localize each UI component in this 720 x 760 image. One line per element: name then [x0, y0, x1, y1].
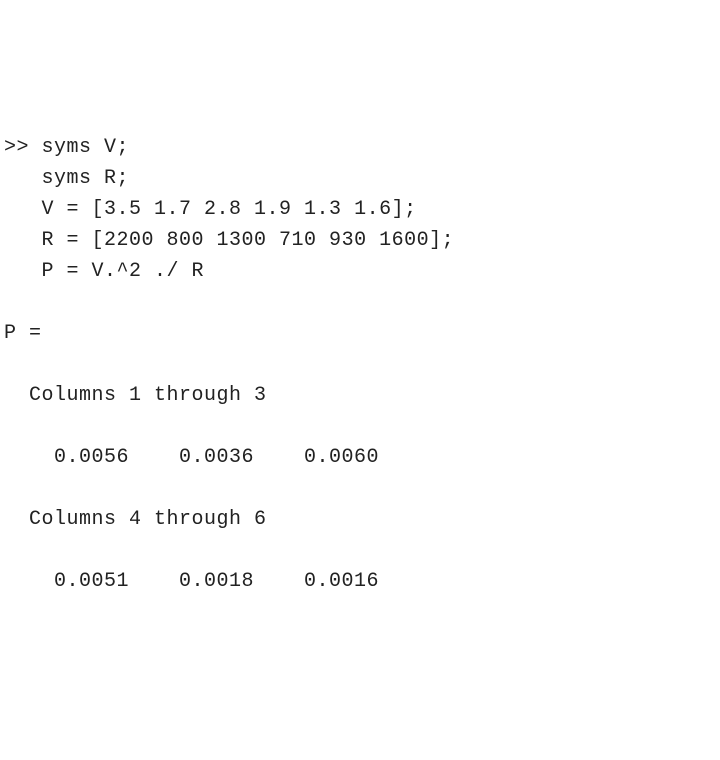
- output-values-1: 0.0056 0.0036 0.0060: [4, 442, 716, 473]
- prompt-symbol: >>: [4, 136, 29, 159]
- output-values-2: 0.0051 0.0018 0.0016: [4, 566, 716, 597]
- matlab-console: >> syms V; syms R; V = [3.5 1.7 2.8 1.9 …: [0, 124, 720, 605]
- command-text: syms R;: [42, 167, 130, 190]
- command-line-1: >> syms V;: [4, 132, 716, 163]
- output-var-header: P =: [4, 318, 716, 349]
- command-line-2: syms R;: [4, 163, 716, 194]
- command-text: V = [3.5 1.7 2.8 1.9 1.3 1.6];: [42, 198, 417, 221]
- blank-line: [4, 287, 716, 318]
- command-text: R = [2200 800 1300 710 930 1600];: [42, 229, 455, 252]
- output-columns-label-2: Columns 4 through 6: [4, 504, 716, 535]
- output-columns-label-1: Columns 1 through 3: [4, 380, 716, 411]
- blank-line: [4, 535, 716, 566]
- command-text: P = V.^2 ./ R: [42, 260, 205, 283]
- blank-line: [4, 473, 716, 504]
- command-line-3: V = [3.5 1.7 2.8 1.9 1.3 1.6];: [4, 194, 716, 225]
- command-text: syms V;: [42, 136, 130, 159]
- blank-line: [4, 411, 716, 442]
- command-line-4: R = [2200 800 1300 710 930 1600];: [4, 225, 716, 256]
- blank-line: [4, 349, 716, 380]
- command-line-5: P = V.^2 ./ R: [4, 256, 716, 287]
